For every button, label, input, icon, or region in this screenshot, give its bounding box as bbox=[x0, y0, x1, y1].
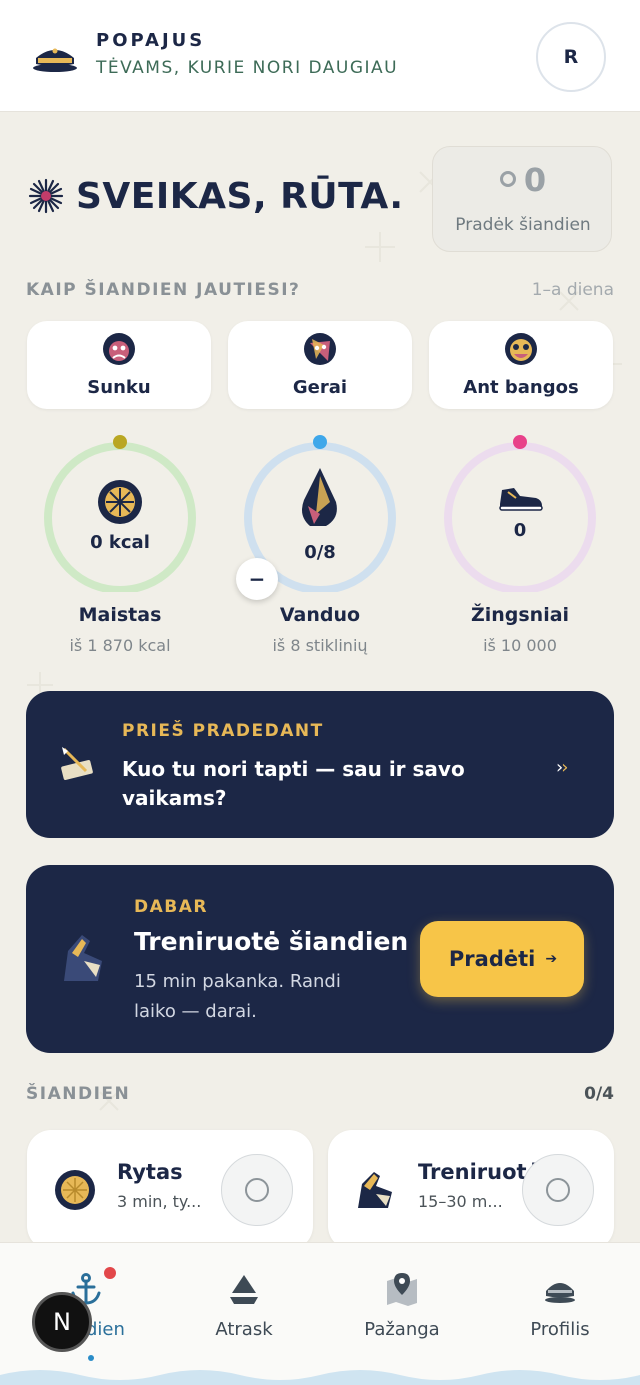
nav-item-atrask[interactable]: Atrask bbox=[164, 1243, 324, 1363]
streak-count-value: 0 bbox=[523, 161, 547, 199]
sailboat-icon bbox=[230, 1275, 258, 1304]
app-header: POPAJUS TĖVAMS, KURIE NORI DAUGIAU R bbox=[0, 0, 640, 112]
brand-tagline: TĖVAMS, KURIE NORI DAUGIAU bbox=[96, 58, 399, 78]
food-title: Maistas bbox=[78, 604, 162, 626]
map-pin-icon bbox=[387, 1273, 417, 1306]
food-ring-dot bbox=[113, 435, 127, 449]
mood-label: Sunku bbox=[87, 377, 151, 398]
bottom-navigation: Šiandien Atrask Pažanga Profilis bbox=[0, 1242, 640, 1385]
steps-title: Žingsniai bbox=[470, 604, 570, 626]
mood-option-sunku[interactable]: Sunku bbox=[27, 321, 211, 409]
flexed-arm-icon bbox=[64, 935, 102, 981]
mood-option-ant-bangos[interactable]: Ant bangos bbox=[429, 321, 613, 409]
streak-label: Pradėk šiandien bbox=[455, 215, 591, 235]
mood-label: Gerai bbox=[292, 377, 348, 398]
nav-item-pazanga[interactable]: Pažanga bbox=[322, 1243, 482, 1363]
start-label: Pradėti bbox=[448, 947, 536, 971]
food-ring[interactable]: 0 kcal bbox=[40, 432, 200, 592]
captain-hat-logo-icon bbox=[33, 48, 77, 72]
task-subtitle: 15–30 m... bbox=[418, 1192, 503, 1211]
workout-title: Treniruotė šiandien bbox=[134, 927, 409, 956]
happy-face-icon bbox=[505, 333, 537, 365]
task-card-morning[interactable]: Rytas 3 min, ty... bbox=[27, 1130, 313, 1250]
nav-item-profilis[interactable]: Profilis bbox=[480, 1243, 640, 1363]
sneaker-icon bbox=[499, 488, 543, 511]
start-workout-button[interactable]: Pradėti ➔ bbox=[420, 921, 584, 997]
forward-arrows-icon: ›› bbox=[556, 757, 568, 778]
nav-label: Atrask bbox=[215, 1319, 273, 1340]
water-ring-dot bbox=[313, 435, 327, 449]
arrow-icon: ➔ bbox=[545, 951, 557, 967]
sun-medal-icon bbox=[55, 1170, 95, 1210]
quill-paper-icon bbox=[61, 747, 93, 780]
before-start-title: Kuo tu nori tapti — sau ir savo vaikams? bbox=[122, 757, 465, 810]
brand-name: POPAJUS bbox=[96, 30, 206, 51]
streak-widget[interactable]: 0 Pradėk šiandien bbox=[432, 146, 612, 252]
dev-overlay-button[interactable]: N bbox=[32, 1292, 92, 1352]
steps-ring-dot bbox=[513, 435, 527, 449]
checkbox-circle-icon bbox=[245, 1178, 269, 1202]
before-start-card[interactable]: PRIEŠ PRADEDANT Kuo tu nori tapti — sau … bbox=[26, 691, 614, 838]
wave-decoration bbox=[0, 1370, 640, 1385]
day-counter: 1–a diena bbox=[531, 280, 614, 300]
active-indicator bbox=[88, 1355, 94, 1361]
food-sub: iš 1 870 kcal bbox=[69, 636, 171, 655]
workout-card[interactable]: DABAR Treniruotė šiandien 15 min pakanka… bbox=[26, 865, 614, 1053]
mood-label: Ant bangos bbox=[463, 377, 579, 398]
task-title: Rytas bbox=[117, 1160, 183, 1184]
task-card-workout[interactable]: Treniruotė 15–30 m... bbox=[328, 1130, 614, 1250]
today-section-title: ŠIANDIEN bbox=[26, 1084, 131, 1104]
streak-ring-icon bbox=[499, 171, 516, 187]
nav-label: Pažanga bbox=[364, 1319, 440, 1340]
steps-value: 0 bbox=[513, 520, 527, 541]
avatar[interactable]: R bbox=[536, 22, 606, 92]
compass-medal-icon bbox=[98, 480, 142, 524]
mood-option-gerai[interactable]: Gerai bbox=[228, 321, 412, 409]
sad-face-icon bbox=[103, 333, 135, 365]
streak-count: 0 bbox=[433, 161, 613, 199]
today-count: 0/4 bbox=[584, 1084, 614, 1104]
neutral-face-icon bbox=[304, 333, 336, 365]
task-checkbox[interactable] bbox=[522, 1154, 594, 1226]
task-checkbox[interactable] bbox=[221, 1154, 293, 1226]
water-drop-icon bbox=[302, 468, 337, 526]
water-sub: iš 8 stiklinių bbox=[272, 636, 368, 655]
before-start-eyebrow: PRIEŠ PRADEDANT bbox=[122, 721, 324, 741]
workout-eyebrow: DABAR bbox=[134, 897, 208, 917]
steps-progress-ring bbox=[444, 435, 596, 592]
mood-section-title: KAIP ŠIANDIEN JAUTIESI? bbox=[26, 280, 301, 300]
notification-dot bbox=[104, 1267, 116, 1279]
task-subtitle: 3 min, ty... bbox=[117, 1192, 202, 1211]
checkbox-circle-icon bbox=[546, 1178, 570, 1202]
water-decrement-button[interactable]: − bbox=[236, 558, 278, 600]
nav-label: Profilis bbox=[530, 1319, 590, 1340]
water-title: Vanduo bbox=[279, 604, 361, 626]
flexed-arm-icon bbox=[358, 1172, 392, 1208]
greeting-title: SVEIKAS, RŪTA. bbox=[76, 176, 404, 217]
captain-hat-icon bbox=[545, 1283, 575, 1303]
steps-sub: iš 10 000 bbox=[483, 636, 557, 655]
food-value: 0 kcal bbox=[90, 532, 150, 553]
steps-ring[interactable]: 0 bbox=[440, 432, 600, 592]
workout-description: 15 min pakanka. Randi laiko — darai. bbox=[134, 971, 341, 1022]
compass-star-icon bbox=[28, 178, 64, 214]
